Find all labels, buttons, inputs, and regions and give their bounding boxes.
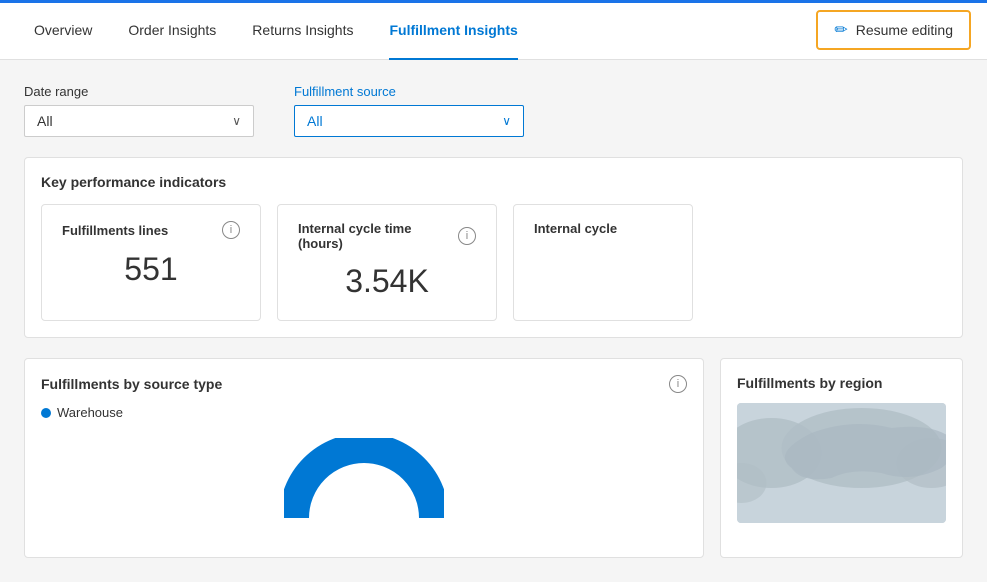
date-range-value: All [37, 113, 224, 129]
panel-region: Fulfillments by region [720, 358, 963, 558]
kpi-fulfillment-lines-title: Fulfillments lines [62, 223, 168, 238]
kpi-card-header: Fulfillments lines i [62, 221, 240, 239]
date-range-filter: Date range All ∨ [24, 84, 254, 137]
legend-warehouse: Warehouse [41, 405, 687, 420]
panel-region-header: Fulfillments by region [737, 375, 946, 391]
map-visualization [737, 403, 946, 523]
panel-region-title: Fulfillments by region [737, 375, 882, 391]
pencil-icon: ✏ [834, 20, 847, 40]
kpi-card-internal-cycle-time: Internal cycle time (hours) i 3.54K [277, 204, 497, 321]
tab-fulfillment-insights[interactable]: Fulfillment Insights [371, 0, 535, 60]
kpi-card-header-3: Internal cycle [534, 221, 672, 236]
kpi-card-internal-cycle-partial: Internal cycle [513, 204, 693, 321]
resume-editing-button[interactable]: ✏ Resume editing [816, 10, 971, 50]
panel-source-type-header: Fulfillments by source type i [41, 375, 687, 393]
info-icon-internal-cycle-time[interactable]: i [458, 227, 476, 245]
fulfillment-source-filter: Fulfillment source All ∨ [294, 84, 524, 137]
kpi-internal-cycle-partial-title: Internal cycle [534, 221, 617, 236]
info-icon-source-type[interactable]: i [669, 375, 687, 393]
panel-source-type: Fulfillments by source type i Warehouse [24, 358, 704, 558]
kpi-internal-cycle-time-value: 3.54K [298, 259, 476, 304]
fulfillment-source-select[interactable]: All ∨ [294, 105, 524, 137]
chevron-down-icon: ∨ [232, 114, 241, 128]
bottom-panels-row: Fulfillments by source type i Warehouse [24, 358, 963, 558]
date-range-select[interactable]: All ∨ [24, 105, 254, 137]
tab-order-insights[interactable]: Order Insights [110, 0, 234, 60]
kpi-cards-row: Fulfillments lines i 551 Internal cycle … [41, 204, 946, 321]
kpi-section-title: Key performance indicators [41, 174, 946, 190]
kpi-internal-cycle-time-title: Internal cycle time (hours) [298, 221, 458, 251]
map-svg [737, 403, 946, 523]
donut-chart-svg [284, 438, 444, 528]
fulfillment-source-value: All [307, 113, 494, 129]
chart-area-donut [41, 428, 687, 528]
top-navigation: Overview Order Insights Returns Insights… [0, 0, 987, 60]
kpi-card-header-2: Internal cycle time (hours) i [298, 221, 476, 251]
kpi-card-fulfillment-lines: Fulfillments lines i 551 [41, 204, 261, 321]
legend-dot-warehouse [41, 408, 51, 418]
resume-editing-label: Resume editing [856, 22, 953, 38]
legend-label-warehouse: Warehouse [57, 405, 123, 420]
date-range-label: Date range [24, 84, 254, 99]
fulfillment-source-label: Fulfillment source [294, 84, 524, 99]
kpi-section: Key performance indicators Fulfillments … [24, 157, 963, 338]
info-icon-fulfillment-lines[interactable]: i [222, 221, 240, 239]
main-content: Date range All ∨ Fulfillment source All … [0, 60, 987, 582]
panel-source-type-title: Fulfillments by source type [41, 376, 222, 392]
kpi-fulfillment-lines-value: 551 [62, 247, 240, 292]
chevron-down-icon: ∨ [502, 114, 511, 128]
tab-returns-insights[interactable]: Returns Insights [234, 0, 371, 60]
tab-overview[interactable]: Overview [16, 0, 110, 60]
filters-row: Date range All ∨ Fulfillment source All … [24, 84, 963, 137]
